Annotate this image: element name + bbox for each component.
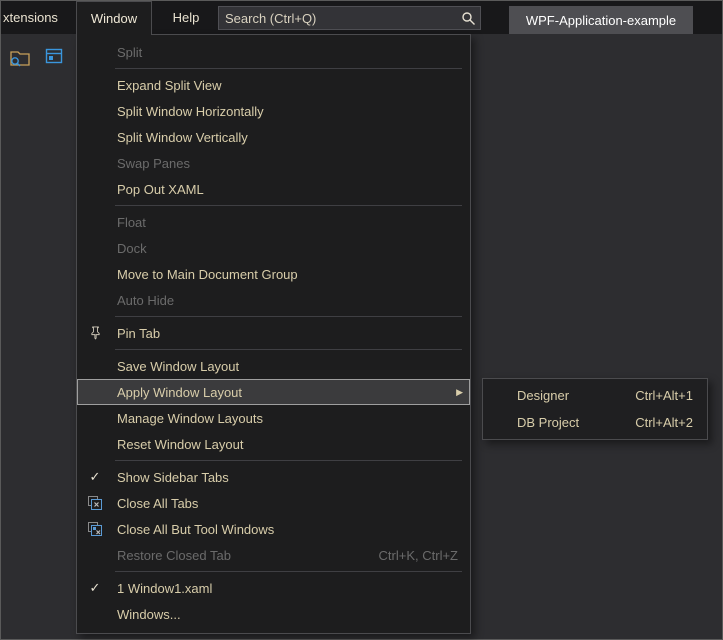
menu-item-shortcut: Ctrl+K, Ctrl+Z	[379, 548, 458, 563]
submenu-item-label: Designer	[517, 388, 569, 403]
extensions-label: xtensions	[3, 10, 58, 25]
submenu-item-db-project[interactable]: DB Project Ctrl+Alt+2	[483, 409, 707, 436]
menu-item-split[interactable]: Split	[77, 39, 470, 65]
menu-item-close-all-tabs[interactable]: Close All Tabs	[77, 490, 470, 516]
menu-item-label: 1 Window1.xaml	[117, 581, 212, 596]
menu-item-label: Pop Out XAML	[117, 182, 204, 197]
project-title-label: WPF-Application-example	[526, 13, 676, 28]
menu-item-split-window-vertically[interactable]: Split Window Vertically	[77, 124, 470, 150]
menu-item-gutter	[77, 431, 113, 457]
menu-item-label: Expand Split View	[117, 78, 222, 93]
search-input[interactable]	[219, 7, 456, 29]
menubar-item-window[interactable]: Window	[76, 1, 152, 35]
start-window-icon[interactable]	[45, 48, 69, 68]
menu-item-gutter	[77, 601, 113, 627]
close-all-but-icon	[77, 516, 113, 542]
window-menu-dropdown: Split Expand Split View Split Window Hor…	[76, 34, 471, 634]
menu-item-float[interactable]: Float	[77, 209, 470, 235]
menu-item-label: Split Window Vertically	[117, 130, 248, 145]
menu-item-move-to-main-document-group[interactable]: Move to Main Document Group	[77, 261, 470, 287]
menu-separator	[115, 316, 462, 317]
menu-item-label: Apply Window Layout	[117, 385, 242, 400]
submenu-item-shortcut: Ctrl+Alt+1	[635, 388, 693, 403]
menu-separator	[115, 349, 462, 350]
menu-item-gutter	[77, 150, 113, 176]
search-icon[interactable]	[456, 11, 480, 26]
menu-item-label: Close All Tabs	[117, 496, 198, 511]
submenu-item-designer[interactable]: Designer Ctrl+Alt+1	[483, 382, 707, 409]
menu-separator	[115, 571, 462, 572]
menu-item-gutter	[77, 176, 113, 202]
menu-item-manage-window-layouts[interactable]: Manage Window Layouts	[77, 405, 470, 431]
menu-item-label: Restore Closed Tab	[117, 548, 231, 563]
folder-search-icon[interactable]	[9, 48, 33, 68]
menu-separator	[115, 205, 462, 206]
help-label: Help	[173, 10, 200, 25]
menu-item-gutter	[77, 379, 113, 405]
menu-item-label: Manage Window Layouts	[117, 411, 263, 426]
submenu-item-label: DB Project	[517, 415, 579, 430]
menu-item-apply-window-layout[interactable]: Apply Window Layout ▶	[77, 379, 470, 405]
menu-item-expand-split-view[interactable]: Expand Split View	[77, 72, 470, 98]
window-label: Window	[91, 11, 137, 26]
menu-item-show-sidebar-tabs[interactable]: ✓ Show Sidebar Tabs	[77, 464, 470, 490]
menu-item-save-window-layout[interactable]: Save Window Layout	[77, 353, 470, 379]
submenu-arrow-icon: ▶	[456, 379, 463, 405]
menu-item-gutter	[77, 72, 113, 98]
submenu-item-shortcut: Ctrl+Alt+2	[635, 415, 693, 430]
menu-item-restore-closed-tab[interactable]: Restore Closed Tab Ctrl+K, Ctrl+Z	[77, 542, 470, 568]
menu-item-gutter	[77, 542, 113, 568]
menu-item-gutter	[77, 235, 113, 261]
check-icon: ✓	[77, 464, 113, 490]
menu-item-gutter	[77, 405, 113, 431]
menu-item-label: Windows...	[117, 607, 181, 622]
search-box	[218, 6, 481, 30]
menu-item-gutter	[77, 39, 113, 65]
menu-separator	[115, 460, 462, 461]
menu-item-label: Pin Tab	[117, 326, 160, 341]
menu-item-label: Split	[117, 45, 142, 60]
menu-item-label: Save Window Layout	[117, 359, 239, 374]
menu-item-label: Show Sidebar Tabs	[117, 470, 229, 485]
menu-item-split-window-horizontally[interactable]: Split Window Horizontally	[77, 98, 470, 124]
pin-icon	[77, 320, 113, 346]
menu-item-label: Swap Panes	[117, 156, 190, 171]
menu-item-label: Float	[117, 215, 146, 230]
menu-item-window1-xaml[interactable]: ✓ 1 Window1.xaml	[77, 575, 470, 601]
menubar-item-help[interactable]: Help	[159, 1, 213, 34]
menu-separator	[115, 68, 462, 69]
menu-item-swap-panes[interactable]: Swap Panes	[77, 150, 470, 176]
menu-item-auto-hide[interactable]: Auto Hide	[77, 287, 470, 313]
menu-item-gutter	[77, 124, 113, 150]
menu-item-label: Auto Hide	[117, 293, 174, 308]
menu-item-gutter	[77, 353, 113, 379]
menu-item-reset-window-layout[interactable]: Reset Window Layout	[77, 431, 470, 457]
menu-item-pin-tab[interactable]: Pin Tab	[77, 320, 470, 346]
menubar-item-extensions[interactable]: xtensions	[0, 1, 66, 34]
menu-item-gutter	[77, 209, 113, 235]
menu-item-label: Reset Window Layout	[117, 437, 243, 452]
menu-item-close-all-but-tool-windows[interactable]: Close All But Tool Windows	[77, 516, 470, 542]
menu-item-label: Close All But Tool Windows	[117, 522, 274, 537]
visual-studio-window: xtensions Help WPF-Application-example W…	[0, 0, 723, 640]
menu-item-gutter	[77, 261, 113, 287]
menu-item-pop-out-xaml[interactable]: Pop Out XAML	[77, 176, 470, 202]
project-title-button[interactable]: WPF-Application-example	[509, 6, 693, 34]
menu-item-label: Move to Main Document Group	[117, 267, 298, 282]
menu-item-label: Dock	[117, 241, 147, 256]
apply-window-layout-submenu: Designer Ctrl+Alt+1 DB Project Ctrl+Alt+…	[482, 378, 708, 440]
check-icon: ✓	[77, 575, 113, 601]
menu-item-dock[interactable]: Dock	[77, 235, 470, 261]
menu-item-label: Split Window Horizontally	[117, 104, 264, 119]
menu-item-gutter	[77, 287, 113, 313]
menu-item-windows[interactable]: Windows...	[77, 601, 470, 627]
menu-item-gutter	[77, 98, 113, 124]
close-tabs-icon	[77, 490, 113, 516]
